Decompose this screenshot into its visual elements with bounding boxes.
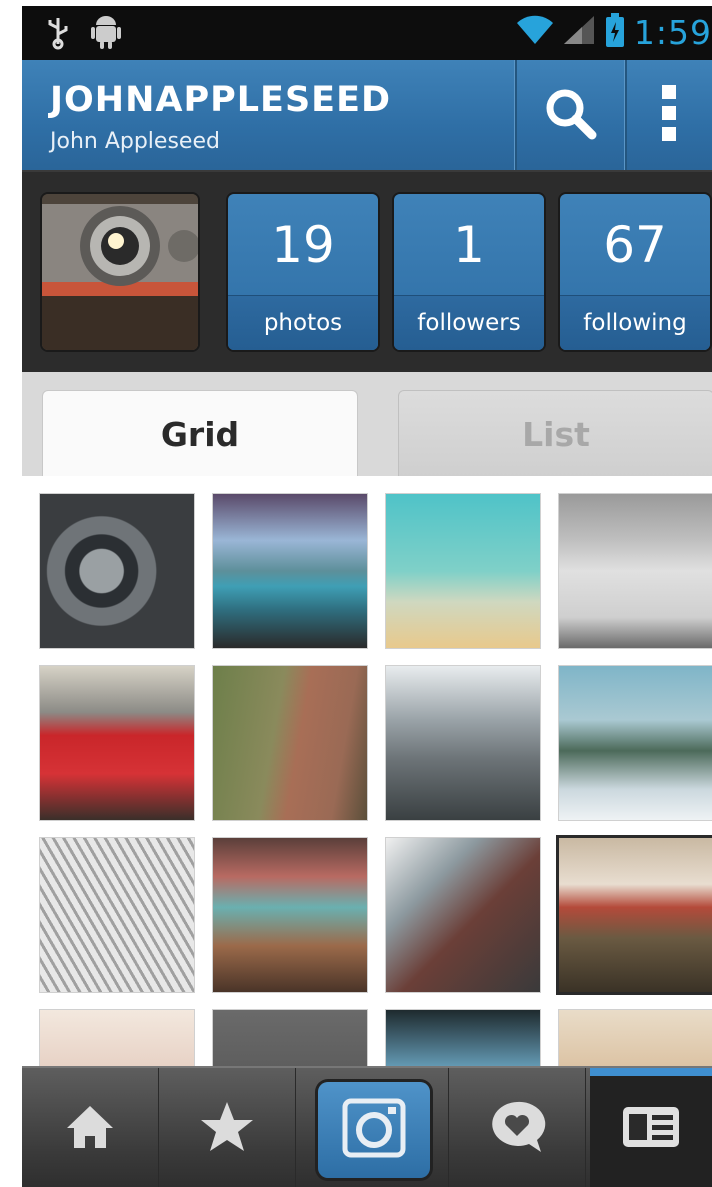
photo-thumbnail[interactable] <box>559 838 712 992</box>
followers-count: 1 <box>453 216 485 274</box>
battery-icon <box>604 12 626 52</box>
selected-indicator <box>590 1068 712 1076</box>
profile-full-name: John Appleseed <box>50 129 220 154</box>
tab-list[interactable]: List <box>398 390 712 477</box>
photos-count: 19 <box>271 216 335 274</box>
photo-grid <box>22 476 712 1066</box>
overflow-menu-button[interactable] <box>626 60 712 170</box>
bottom-nav <box>22 1066 712 1187</box>
nav-popular-button[interactable] <box>159 1068 296 1187</box>
signal-icon <box>562 14 596 50</box>
instagram-profile-screen: 1:59 JOHNAPPLESEED John Appleseed 19 pho… <box>0 0 712 1187</box>
search-icon <box>542 85 598 145</box>
star-icon <box>199 1100 255 1158</box>
home-icon <box>63 1102 117 1156</box>
search-button[interactable] <box>516 60 624 170</box>
photo-thumbnail[interactable] <box>213 494 367 648</box>
photo-thumbnail[interactable] <box>40 1010 194 1066</box>
photos-label: photos <box>228 295 378 350</box>
nav-home-button[interactable] <box>22 1068 159 1187</box>
photo-thumbnail[interactable] <box>40 838 194 992</box>
clock: 1:59 <box>633 12 712 52</box>
photo-thumbnail[interactable] <box>559 1010 712 1066</box>
photo-thumbnail[interactable] <box>213 1010 367 1066</box>
usb-icon <box>46 16 70 54</box>
android-icon <box>90 16 122 54</box>
nav-profile-button[interactable] <box>590 1068 712 1187</box>
tab-grid[interactable]: Grid <box>42 390 358 477</box>
wifi-icon <box>516 15 554 49</box>
following-label: following <box>560 295 710 350</box>
photos-count-button[interactable]: 19 photos <box>228 194 378 350</box>
followers-label: followers <box>394 295 544 350</box>
photo-thumbnail[interactable] <box>386 838 540 992</box>
photo-thumbnail[interactable] <box>559 494 712 648</box>
photo-thumbnail[interactable] <box>559 666 712 820</box>
avatar[interactable] <box>42 194 198 350</box>
photo-thumbnail[interactable] <box>213 666 367 820</box>
photo-thumbnail[interactable] <box>213 838 367 992</box>
following-count: 67 <box>603 216 667 274</box>
photo-thumbnail[interactable] <box>40 494 194 648</box>
speech-heart-icon <box>485 1098 549 1160</box>
overflow-menu-icon <box>659 83 679 147</box>
photo-thumbnail[interactable] <box>386 666 540 820</box>
photo-thumbnail[interactable] <box>40 666 194 820</box>
action-bar: JOHNAPPLESEED John Appleseed <box>22 60 712 171</box>
view-tabs: Grid List <box>22 372 712 477</box>
profile-header: 19 photos 1 followers 67 following <box>22 170 712 374</box>
camera-icon <box>342 1098 406 1162</box>
nav-news-button[interactable] <box>448 1068 586 1187</box>
photo-thumbnail[interactable] <box>386 1010 540 1066</box>
status-bar: 1:59 <box>22 6 712 60</box>
followers-count-button[interactable]: 1 followers <box>394 194 544 350</box>
nav-camera-button[interactable] <box>318 1082 430 1178</box>
photo-thumbnail[interactable] <box>386 494 540 648</box>
profile-username: JOHNAPPLESEED <box>50 80 392 120</box>
profile-card-icon <box>621 1105 681 1153</box>
following-count-button[interactable]: 67 following <box>560 194 710 350</box>
